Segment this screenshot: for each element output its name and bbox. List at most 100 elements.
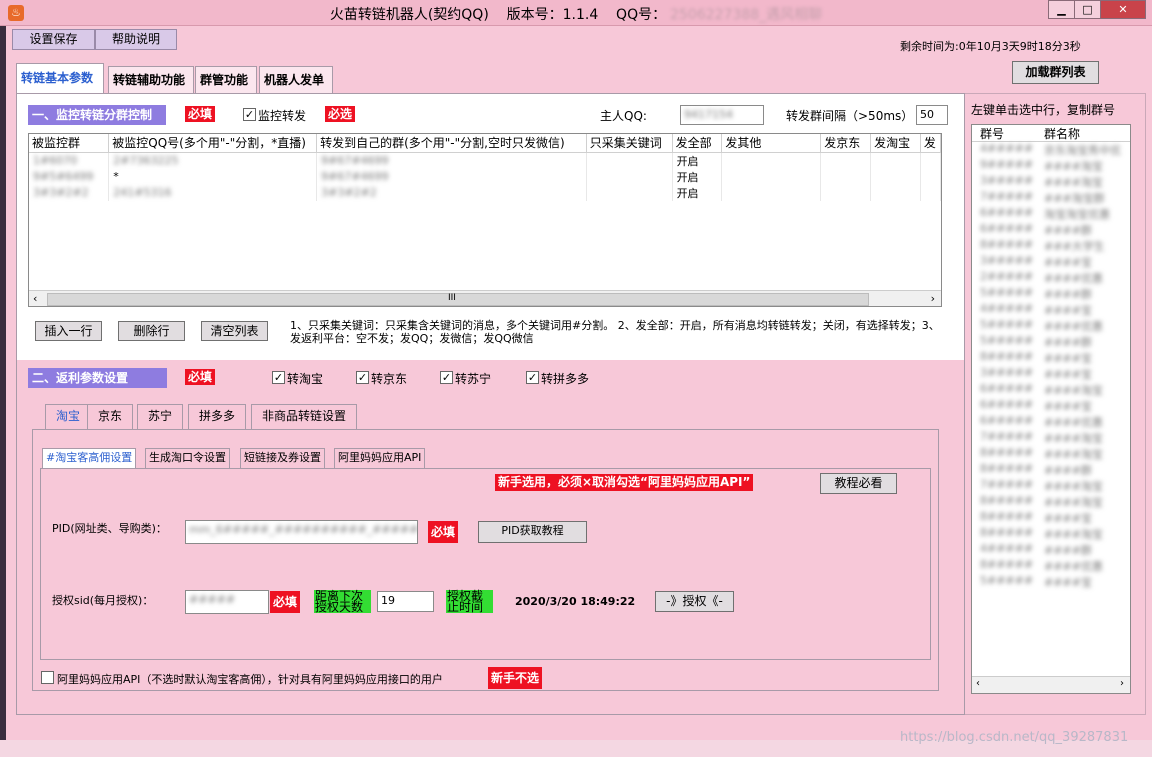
help-button[interactable]: 帮助说明 — [95, 29, 177, 50]
grid-column-header[interactable]: 只采集关键词 — [586, 134, 673, 153]
grid-scroll-thumb[interactable]: III — [47, 293, 869, 306]
tab-short-link[interactable]: 短链接及券设置 — [240, 448, 325, 468]
sid-input[interactable]: ##### — [185, 590, 269, 614]
tab-non-product[interactable]: 非商品转链设置 — [251, 404, 358, 429]
list-item[interactable]: 4##### ####宝 — [972, 302, 1130, 318]
list-item[interactable]: 8##### ####淘宝 — [972, 494, 1130, 510]
delete-row-button[interactable]: 删除行 — [118, 321, 185, 341]
scroll-right-icon[interactable]: › — [931, 292, 935, 305]
tab-robot-post[interactable]: 机器人发单 — [259, 66, 333, 94]
list-item[interactable]: 9##### ####淘宝 — [972, 158, 1130, 174]
list-item[interactable]: 8##### ####宝 — [972, 510, 1130, 526]
table-cell[interactable] — [820, 152, 872, 169]
list-item[interactable]: 8##### ####优惠 — [972, 558, 1130, 574]
list-item[interactable]: 4##### 京东淘宝秀中优 — [972, 142, 1130, 158]
table-cell[interactable] — [586, 152, 673, 169]
close-button[interactable]: ✕ — [1100, 0, 1146, 19]
table-cell[interactable]: 3#3#2#2 — [316, 184, 587, 201]
table-cell[interactable] — [870, 184, 921, 201]
owner-qq-input[interactable]: 9417154 — [680, 105, 764, 125]
grid-column-header[interactable]: 发淘宝 — [870, 134, 921, 153]
list-item[interactable]: 6##### 淘宝淘宝优惠 — [972, 206, 1130, 222]
table-cell[interactable] — [870, 152, 921, 169]
grid-column-header[interactable]: 发其他 — [721, 134, 822, 153]
table-cell[interactable] — [820, 184, 872, 201]
list-item[interactable]: 8##### ####宝 — [972, 350, 1130, 366]
tab-alimama-api[interactable]: 阿里妈妈应用API — [334, 448, 426, 468]
tab-jd[interactable]: 京东 — [87, 404, 134, 429]
clear-list-button[interactable]: 清空列表 — [201, 321, 268, 341]
table-row[interactable]: 3#3#2#2 241#5316 3#3#2#2 开启 — [29, 184, 941, 201]
list-item[interactable]: 3##### ####宝 — [972, 366, 1130, 382]
list-item[interactable]: 5##### ####优惠 — [972, 318, 1130, 334]
tab-suning[interactable]: 苏宁 — [137, 404, 184, 429]
monitor-forward-checkbox[interactable]: ✓ — [243, 108, 256, 121]
authorize-button[interactable]: -》授权《- — [655, 591, 734, 612]
table-cell[interactable] — [920, 184, 941, 201]
tab-taobao-password[interactable]: 生成淘口令设置 — [145, 448, 230, 468]
grid-column-header[interactable]: 被监控群 — [29, 134, 110, 153]
list-item[interactable]: 8##### ####淘宝 — [972, 446, 1130, 462]
list-item[interactable]: 3##### ####淘宝 — [972, 174, 1130, 190]
list-item[interactable]: 8##### ###大学生 — [972, 238, 1130, 254]
tab-group-manage[interactable]: 群管功能 — [195, 66, 257, 94]
scroll-left-icon[interactable]: ‹ — [976, 678, 980, 689]
list-item[interactable]: 7##### ####淘宝 — [972, 478, 1130, 494]
table-cell[interactable] — [721, 152, 822, 169]
tutorial-button[interactable]: 教程必看 — [820, 473, 897, 494]
scroll-right-icon[interactable]: › — [1120, 678, 1124, 689]
pid-input[interactable]: mm_6#####_##########_########## — [185, 520, 418, 544]
table-row[interactable]: 1#6070 2#7363225 9#67#4699 开启 — [29, 152, 941, 169]
tab-basic-params[interactable]: 转链基本参数 — [16, 63, 104, 93]
table-cell[interactable]: 9#67#4699 — [316, 168, 587, 185]
table-cell[interactable] — [586, 168, 673, 185]
table-cell[interactable] — [920, 168, 941, 185]
table-cell[interactable] — [920, 152, 941, 169]
list-item[interactable]: 5##### ####群 — [972, 334, 1130, 350]
monitor-grid[interactable]: 被监控群 被监控QQ号(多个用"-"分割，*直播) 转发到自己的群(多个用"-"分割… — [28, 133, 942, 307]
list-item[interactable]: 8##### ####群 — [972, 462, 1130, 478]
table-cell[interactable]: 9#5#6499 — [29, 168, 110, 185]
list-item[interactable]: 6##### ####宝 — [972, 398, 1130, 414]
tab-assist[interactable]: 转链辅助功能 — [108, 66, 194, 94]
table-cell[interactable] — [721, 184, 822, 201]
grid-column-header[interactable]: 发全部 — [672, 134, 723, 153]
table-cell[interactable]: 9#67#4699 — [316, 152, 587, 169]
list-item[interactable]: 5##### ####宝 — [972, 574, 1130, 590]
list-item[interactable]: 7##### ###淘宝群 — [972, 190, 1130, 206]
table-cell[interactable]: 1#6070 — [29, 152, 110, 169]
list-item[interactable]: 6##### ####优惠 — [972, 414, 1130, 430]
load-groups-button[interactable]: 加载群列表 — [1012, 61, 1099, 84]
table-cell[interactable]: 3#3#2#2 — [29, 184, 110, 201]
table-cell[interactable]: * — [108, 168, 318, 185]
interval-input[interactable]: 50 — [916, 105, 948, 125]
grid-column-header[interactable]: 被监控QQ号(多个用"-"分割，*直播) — [108, 134, 318, 153]
list-item[interactable]: 2##### ####优惠 — [972, 270, 1130, 286]
grid-column-header[interactable]: 发京东 — [820, 134, 872, 153]
grid-hscroll[interactable]: ‹ III › — [29, 290, 941, 306]
table-cell[interactable]: 241#5316 — [108, 184, 318, 201]
list-item[interactable]: 3##### ####宝 — [972, 254, 1130, 270]
tab-taobao[interactable]: 淘宝 — [45, 404, 92, 429]
table-row[interactable]: 9#5#6499 * 9#67#4699 开启 — [29, 168, 941, 185]
table-cell[interactable]: 开启 — [672, 152, 723, 169]
table-cell[interactable] — [870, 168, 921, 185]
group-list-hscroll[interactable]: ‹ › — [972, 676, 1130, 693]
list-item[interactable]: 6##### ####群 — [972, 222, 1130, 238]
list-item[interactable]: 8##### ####淘宝 — [972, 526, 1130, 542]
table-cell[interactable]: 2#7363225 — [108, 152, 318, 169]
maximize-button[interactable]: □ — [1074, 0, 1101, 19]
table-cell[interactable]: 开启 — [672, 184, 723, 201]
convert-jd-checkbox[interactable]: ✓ — [356, 371, 369, 384]
list-item[interactable]: 7##### ####淘宝 — [972, 430, 1130, 446]
grid-column-header[interactable]: 转发到自己的群(多个用"-"分割,空时只发微信) — [316, 134, 587, 153]
convert-suning-checkbox[interactable]: ✓ — [440, 371, 453, 384]
pid-tutorial-button[interactable]: PID获取教程 — [478, 521, 587, 543]
grid-column-header[interactable]: 发 — [920, 134, 941, 153]
table-cell[interactable] — [820, 168, 872, 185]
list-item[interactable]: 5##### ####群 — [972, 286, 1130, 302]
tab-pdd[interactable]: 拼多多 — [188, 404, 247, 429]
list-item[interactable]: 4##### ####群 — [972, 542, 1130, 558]
table-cell[interactable] — [721, 168, 822, 185]
minimize-button[interactable]: ▁ — [1048, 0, 1075, 19]
